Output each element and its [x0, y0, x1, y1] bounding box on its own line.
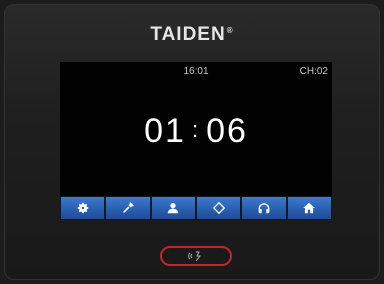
settings-button[interactable]	[61, 197, 105, 219]
home-button[interactable]	[287, 197, 331, 219]
clock-time: 16:01	[183, 66, 209, 77]
timer-separator: :	[191, 117, 201, 142]
diamond-button[interactable]	[196, 197, 241, 219]
elapsed-timer: 01:06	[60, 112, 332, 151]
user-icon	[168, 203, 179, 214]
diamond-icon	[212, 201, 225, 215]
microphone-icon	[123, 202, 134, 213]
gear-icon	[77, 202, 88, 214]
toolbar	[60, 196, 332, 220]
timer-minutes: 01	[144, 112, 186, 150]
timer-seconds: 06	[206, 112, 248, 150]
brand-logo: TAIDEN®	[0, 24, 384, 46]
talk-button[interactable]	[160, 246, 232, 266]
headphones-icon	[258, 203, 270, 214]
headphones-button[interactable]	[242, 197, 286, 219]
home-icon	[303, 202, 316, 214]
speak-icon	[188, 251, 202, 262]
microphone-button[interactable]	[106, 197, 150, 219]
brand-name: TAIDEN	[150, 24, 226, 45]
channel-indicator: CH:02	[299, 66, 328, 77]
display-screen: 16:01 CH:02 01:06	[60, 62, 332, 220]
registered-mark: ®	[226, 26, 234, 35]
user-button[interactable]	[151, 197, 195, 219]
